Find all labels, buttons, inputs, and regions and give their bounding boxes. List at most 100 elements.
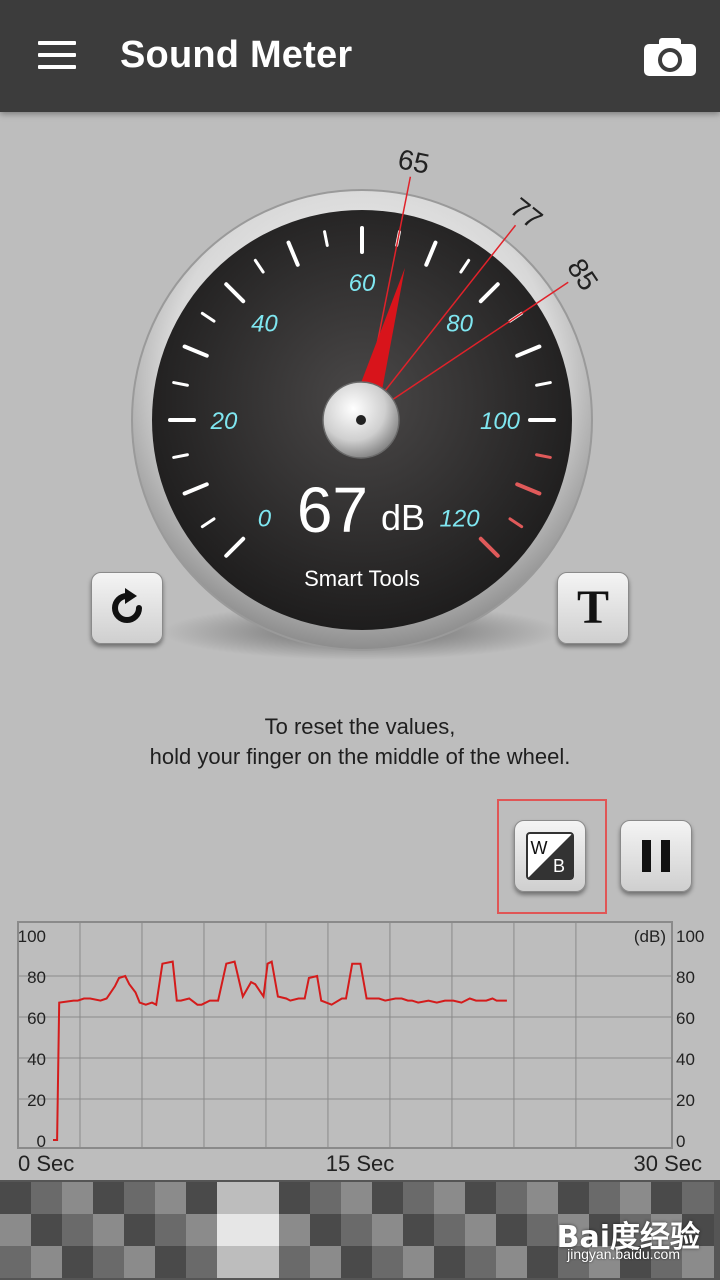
ad-pixel bbox=[682, 1182, 714, 1214]
gauge-scale-label: 80 bbox=[446, 310, 473, 337]
menu-icon[interactable] bbox=[38, 41, 76, 69]
wb-w-letter: W bbox=[531, 838, 548, 858]
ad-pixel bbox=[527, 1214, 559, 1246]
chart-unit-label: (dB) bbox=[634, 927, 666, 946]
ad-pixel bbox=[217, 1182, 249, 1214]
chart-x-tick-2: 30 Sec bbox=[634, 1151, 703, 1176]
gauge-scale-label: 0 bbox=[258, 506, 272, 533]
baidu-watermark-url: jingyan.baidu.com bbox=[567, 1246, 680, 1262]
wb-b-letter: B bbox=[553, 856, 565, 876]
chart-y-tick-left: 0 bbox=[37, 1132, 46, 1151]
chart-y-tick-right: 60 bbox=[676, 1009, 695, 1028]
chart-y-tick-left: 60 bbox=[27, 1009, 46, 1028]
ad-pixel bbox=[372, 1214, 404, 1246]
white-black-icon: W B bbox=[526, 832, 574, 880]
ad-pixel bbox=[527, 1246, 559, 1278]
ad-pixel bbox=[31, 1214, 63, 1246]
ad-pixel bbox=[217, 1214, 249, 1246]
ad-pixel bbox=[434, 1182, 466, 1214]
pause-icon bbox=[637, 840, 675, 872]
ad-pixel bbox=[124, 1214, 156, 1246]
ad-pixel bbox=[186, 1246, 218, 1278]
reading-unit: dB bbox=[381, 497, 425, 538]
ad-pixel bbox=[62, 1182, 94, 1214]
ad-pixel bbox=[62, 1214, 94, 1246]
ad-pixel bbox=[279, 1182, 311, 1214]
ad-pixel bbox=[310, 1182, 342, 1214]
reset-hint: To reset the values, hold your finger on… bbox=[0, 712, 720, 772]
ad-pixel bbox=[155, 1182, 187, 1214]
pause-button[interactable] bbox=[620, 820, 692, 892]
gauge-scale-label: 60 bbox=[349, 270, 376, 297]
ad-pixel bbox=[434, 1214, 466, 1246]
gauge-scale-label: 100 bbox=[480, 408, 521, 435]
refresh-icon bbox=[112, 588, 142, 623]
ad-pixel bbox=[465, 1246, 497, 1278]
chart-y-tick-right: 100 bbox=[676, 927, 704, 946]
ad-pixel bbox=[0, 1246, 32, 1278]
chart-x-tick-1: 15 Sec bbox=[326, 1151, 395, 1176]
chart-y-tick-right: 20 bbox=[676, 1091, 695, 1110]
ad-pixel bbox=[155, 1246, 187, 1278]
ad-pixel bbox=[155, 1214, 187, 1246]
gauge-scale-label: 20 bbox=[210, 408, 238, 435]
ad-pixel bbox=[434, 1246, 466, 1278]
ad-pixel bbox=[0, 1214, 32, 1246]
gauge-brand: Smart Tools bbox=[304, 566, 420, 591]
ad-pixel bbox=[341, 1214, 373, 1246]
ad-pixel bbox=[62, 1246, 94, 1278]
gauge-scale-label: 120 bbox=[440, 506, 481, 533]
chart-y-tick-left: 80 bbox=[27, 968, 46, 987]
gauge-marker-label: 77 bbox=[505, 192, 549, 236]
chart-y-tick-right: 80 bbox=[676, 968, 695, 987]
app-title: Sound Meter bbox=[120, 34, 353, 76]
ad-pixel bbox=[589, 1182, 621, 1214]
ad-pixel bbox=[279, 1246, 311, 1278]
ad-pixel bbox=[310, 1214, 342, 1246]
ad-pixel bbox=[93, 1246, 125, 1278]
white-black-toggle-button[interactable]: W B bbox=[514, 820, 586, 892]
ad-pixel bbox=[124, 1246, 156, 1278]
chart-y-tick-left: 20 bbox=[27, 1091, 46, 1110]
ad-pixel bbox=[310, 1246, 342, 1278]
ad-pixel bbox=[496, 1214, 528, 1246]
ad-pixel bbox=[651, 1182, 683, 1214]
ad-pixel bbox=[558, 1182, 590, 1214]
chart-y-tick-right: 0 bbox=[676, 1132, 685, 1151]
gauge-marker-label: 85 bbox=[561, 253, 604, 296]
ad-pixel bbox=[403, 1246, 435, 1278]
ad-pixel bbox=[403, 1182, 435, 1214]
ad-pixel bbox=[248, 1246, 280, 1278]
gauge-scale-label: 40 bbox=[251, 310, 278, 337]
chart-y-tick-right: 40 bbox=[676, 1050, 695, 1069]
ad-pixel bbox=[31, 1182, 63, 1214]
ad-pixel bbox=[620, 1182, 652, 1214]
app-bar: Sound Meter bbox=[0, 0, 720, 112]
db-history-chart: 0 20 40 60 80 100 0 20 40 60 80 100 (dB) 0 Sec 15 … bbox=[17, 921, 704, 1176]
ad-pixel bbox=[496, 1246, 528, 1278]
hint-line-2: hold your finger on the middle of the wh… bbox=[149, 744, 571, 769]
ad-pixel bbox=[465, 1214, 497, 1246]
text-button[interactable]: T bbox=[557, 572, 629, 644]
ad-pixel bbox=[465, 1182, 497, 1214]
ad-pixel bbox=[341, 1246, 373, 1278]
ad-pixel bbox=[372, 1182, 404, 1214]
ad-pixel bbox=[341, 1182, 373, 1214]
reading-value: 67 bbox=[297, 474, 368, 546]
ad-pixel bbox=[248, 1182, 280, 1214]
ad-pixel bbox=[527, 1182, 559, 1214]
ad-pixel bbox=[496, 1182, 528, 1214]
ad-pixel bbox=[372, 1246, 404, 1278]
gauge-marker-label: 65 bbox=[395, 143, 432, 179]
ad-pixel bbox=[217, 1246, 249, 1278]
chart-y-tick-left: 40 bbox=[27, 1050, 46, 1069]
ad-pixel bbox=[186, 1182, 218, 1214]
reset-button[interactable] bbox=[91, 572, 163, 644]
camera-icon[interactable] bbox=[642, 36, 698, 78]
ad-pixel bbox=[248, 1214, 280, 1246]
ad-pixel bbox=[0, 1182, 32, 1214]
ad-pixel bbox=[93, 1214, 125, 1246]
hint-line-1: To reset the values, bbox=[264, 714, 456, 739]
text-button-label: T bbox=[576, 581, 609, 634]
ad-pixel bbox=[403, 1214, 435, 1246]
